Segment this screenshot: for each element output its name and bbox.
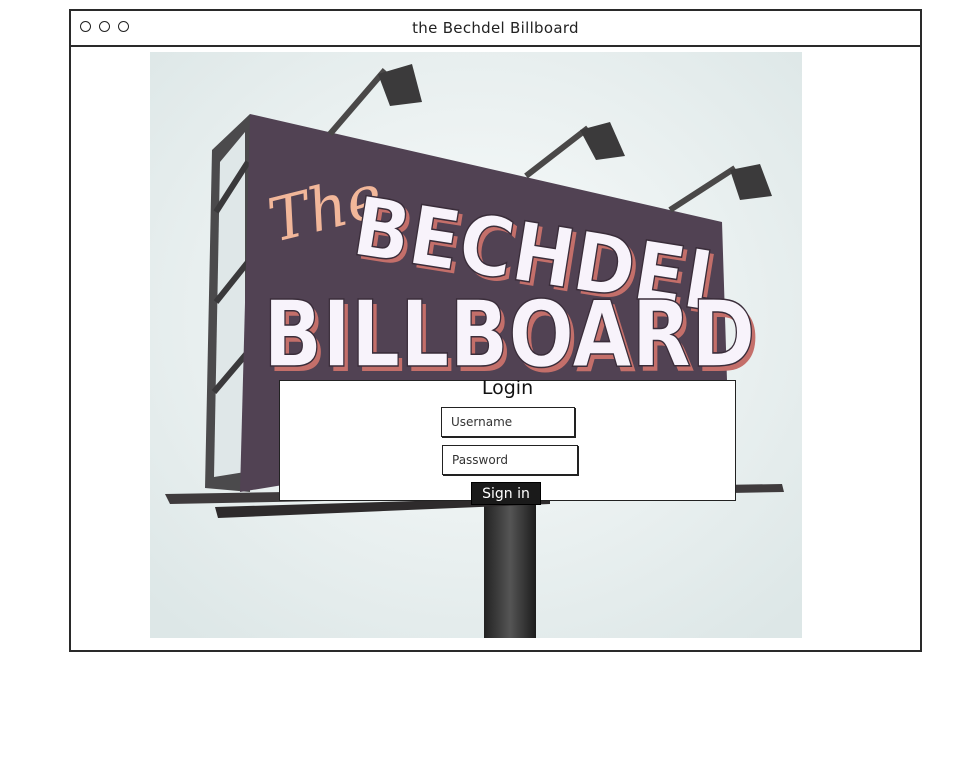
username-input[interactable]: Username bbox=[441, 407, 575, 437]
login-panel: Login Username Password Sign in bbox=[279, 377, 736, 505]
sign-in-button[interactable]: Sign in bbox=[471, 482, 541, 505]
content-area: Login Username Password Sign in bbox=[69, 9, 922, 652]
login-title: Login bbox=[481, 377, 534, 399]
password-input[interactable]: Password bbox=[442, 445, 578, 475]
